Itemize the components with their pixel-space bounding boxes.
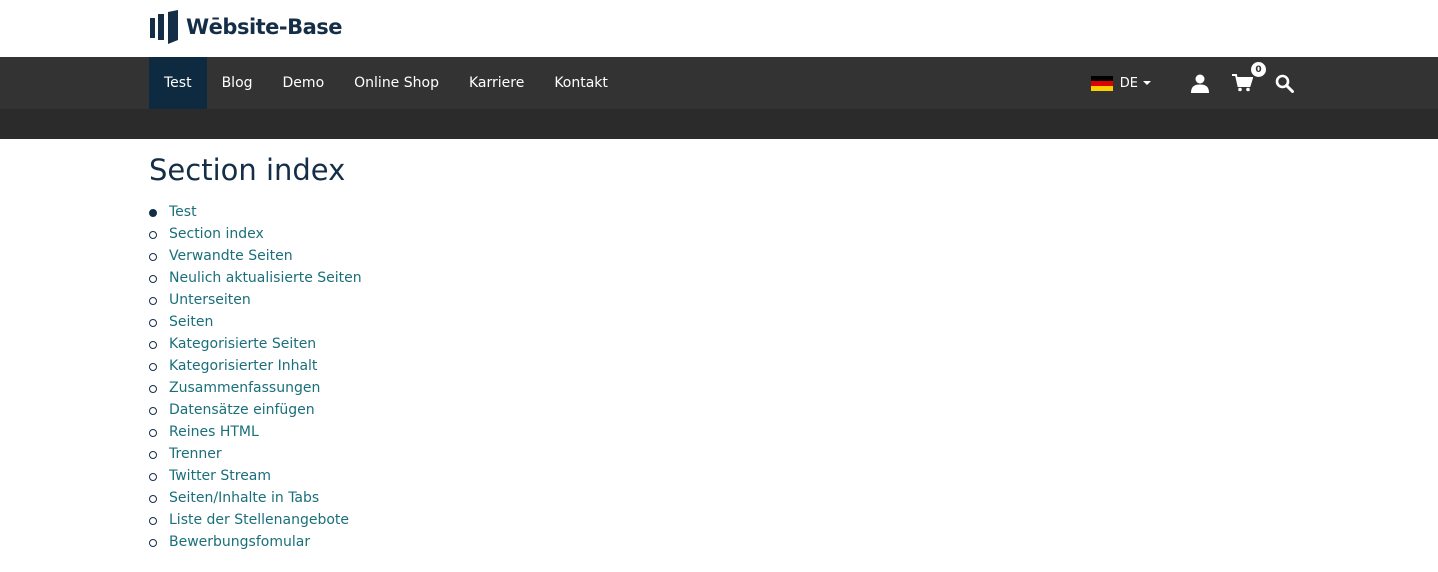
nav-utilities: DE 0 xyxy=(1090,57,1295,109)
section-link[interactable]: Kategorisierter Inhalt xyxy=(169,358,317,374)
section-link[interactable]: Section index xyxy=(169,226,264,242)
logo-text: Wēbsite-Base xyxy=(186,14,343,39)
main-content: Section index Test Section index Verwand… xyxy=(0,139,1438,553)
site-header: Wēbsite-Base xyxy=(0,0,1438,57)
section-link[interactable]: Zusammenfassungen xyxy=(169,380,320,396)
nav-item-demo[interactable]: Demo xyxy=(268,57,340,109)
list-item: Trenner xyxy=(149,443,1438,465)
section-link[interactable]: Unterseiten xyxy=(169,292,251,308)
section-link[interactable]: Verwandte Seiten xyxy=(169,248,293,264)
section-link[interactable]: Neulich aktualisierte Seiten xyxy=(169,270,362,286)
section-link[interactable]: Seiten/Inhalte in Tabs xyxy=(169,490,319,506)
list-item: Reines HTML xyxy=(149,421,1438,443)
list-item: Kategorisierte Seiten xyxy=(149,333,1438,355)
list-item: Section index xyxy=(149,223,1438,245)
list-item: Zusammenfassungen xyxy=(149,377,1438,399)
list-item: Liste der Stellenangebote xyxy=(149,509,1438,531)
nav-item-karriere[interactable]: Karriere xyxy=(454,57,539,109)
section-link[interactable]: Reines HTML xyxy=(169,424,259,440)
section-link[interactable]: Seiten xyxy=(169,314,213,330)
sub-header-bar xyxy=(0,109,1438,139)
site-logo[interactable]: Wēbsite-Base xyxy=(150,10,343,44)
section-link[interactable]: Liste der Stellenangebote xyxy=(169,512,349,528)
search-button[interactable] xyxy=(1273,72,1295,94)
section-link[interactable]: Twitter Stream xyxy=(169,468,271,484)
section-index-list: Test Section index Verwandte Seiten Neul… xyxy=(149,201,1438,553)
list-item: Seiten xyxy=(149,311,1438,333)
list-item: Twitter Stream xyxy=(149,465,1438,487)
list-item: Unterseiten xyxy=(149,289,1438,311)
cart-count-badge: 0 xyxy=(1251,62,1266,77)
nav-item-blog[interactable]: Blog xyxy=(207,57,268,109)
cart-button[interactable]: 0 xyxy=(1231,62,1266,94)
caret-down-icon xyxy=(1143,81,1151,85)
list-item: Datensätze einfügen xyxy=(149,399,1438,421)
main-navbar: Test Blog Demo Online Shop Karriere Kont… xyxy=(0,57,1438,109)
nav-item-online-shop[interactable]: Online Shop xyxy=(339,57,454,109)
section-link[interactable]: Bewerbungsfomular xyxy=(169,534,310,550)
list-item: Seiten/Inhalte in Tabs xyxy=(149,487,1438,509)
section-link[interactable]: Kategorisierte Seiten xyxy=(169,336,316,352)
account-button[interactable] xyxy=(1189,72,1211,94)
list-item: Neulich aktualisierte Seiten xyxy=(149,267,1438,289)
page-title: Section index xyxy=(149,153,346,187)
nav-menu: Test Blog Demo Online Shop Karriere Kont… xyxy=(149,57,623,109)
language-selector[interactable]: DE xyxy=(1090,75,1151,91)
list-item: Verwandte Seiten xyxy=(149,245,1438,267)
nav-item-kontakt[interactable]: Kontakt xyxy=(539,57,623,109)
section-link[interactable]: Test xyxy=(169,204,197,220)
section-link[interactable]: Datensätze einfügen xyxy=(169,402,315,418)
language-label: DE xyxy=(1119,75,1138,91)
section-link[interactable]: Trenner xyxy=(169,446,222,462)
logo-mark-icon xyxy=(150,10,180,44)
list-item: Test xyxy=(149,201,1438,223)
nav-item-test[interactable]: Test xyxy=(149,57,207,109)
list-item: Kategorisierter Inhalt xyxy=(149,355,1438,377)
search-icon xyxy=(1275,74,1294,93)
user-icon xyxy=(1191,74,1209,93)
shopping-cart-icon xyxy=(1231,74,1253,92)
german-flag-icon xyxy=(1090,75,1113,91)
list-item: Bewerbungsfomular xyxy=(149,531,1438,553)
